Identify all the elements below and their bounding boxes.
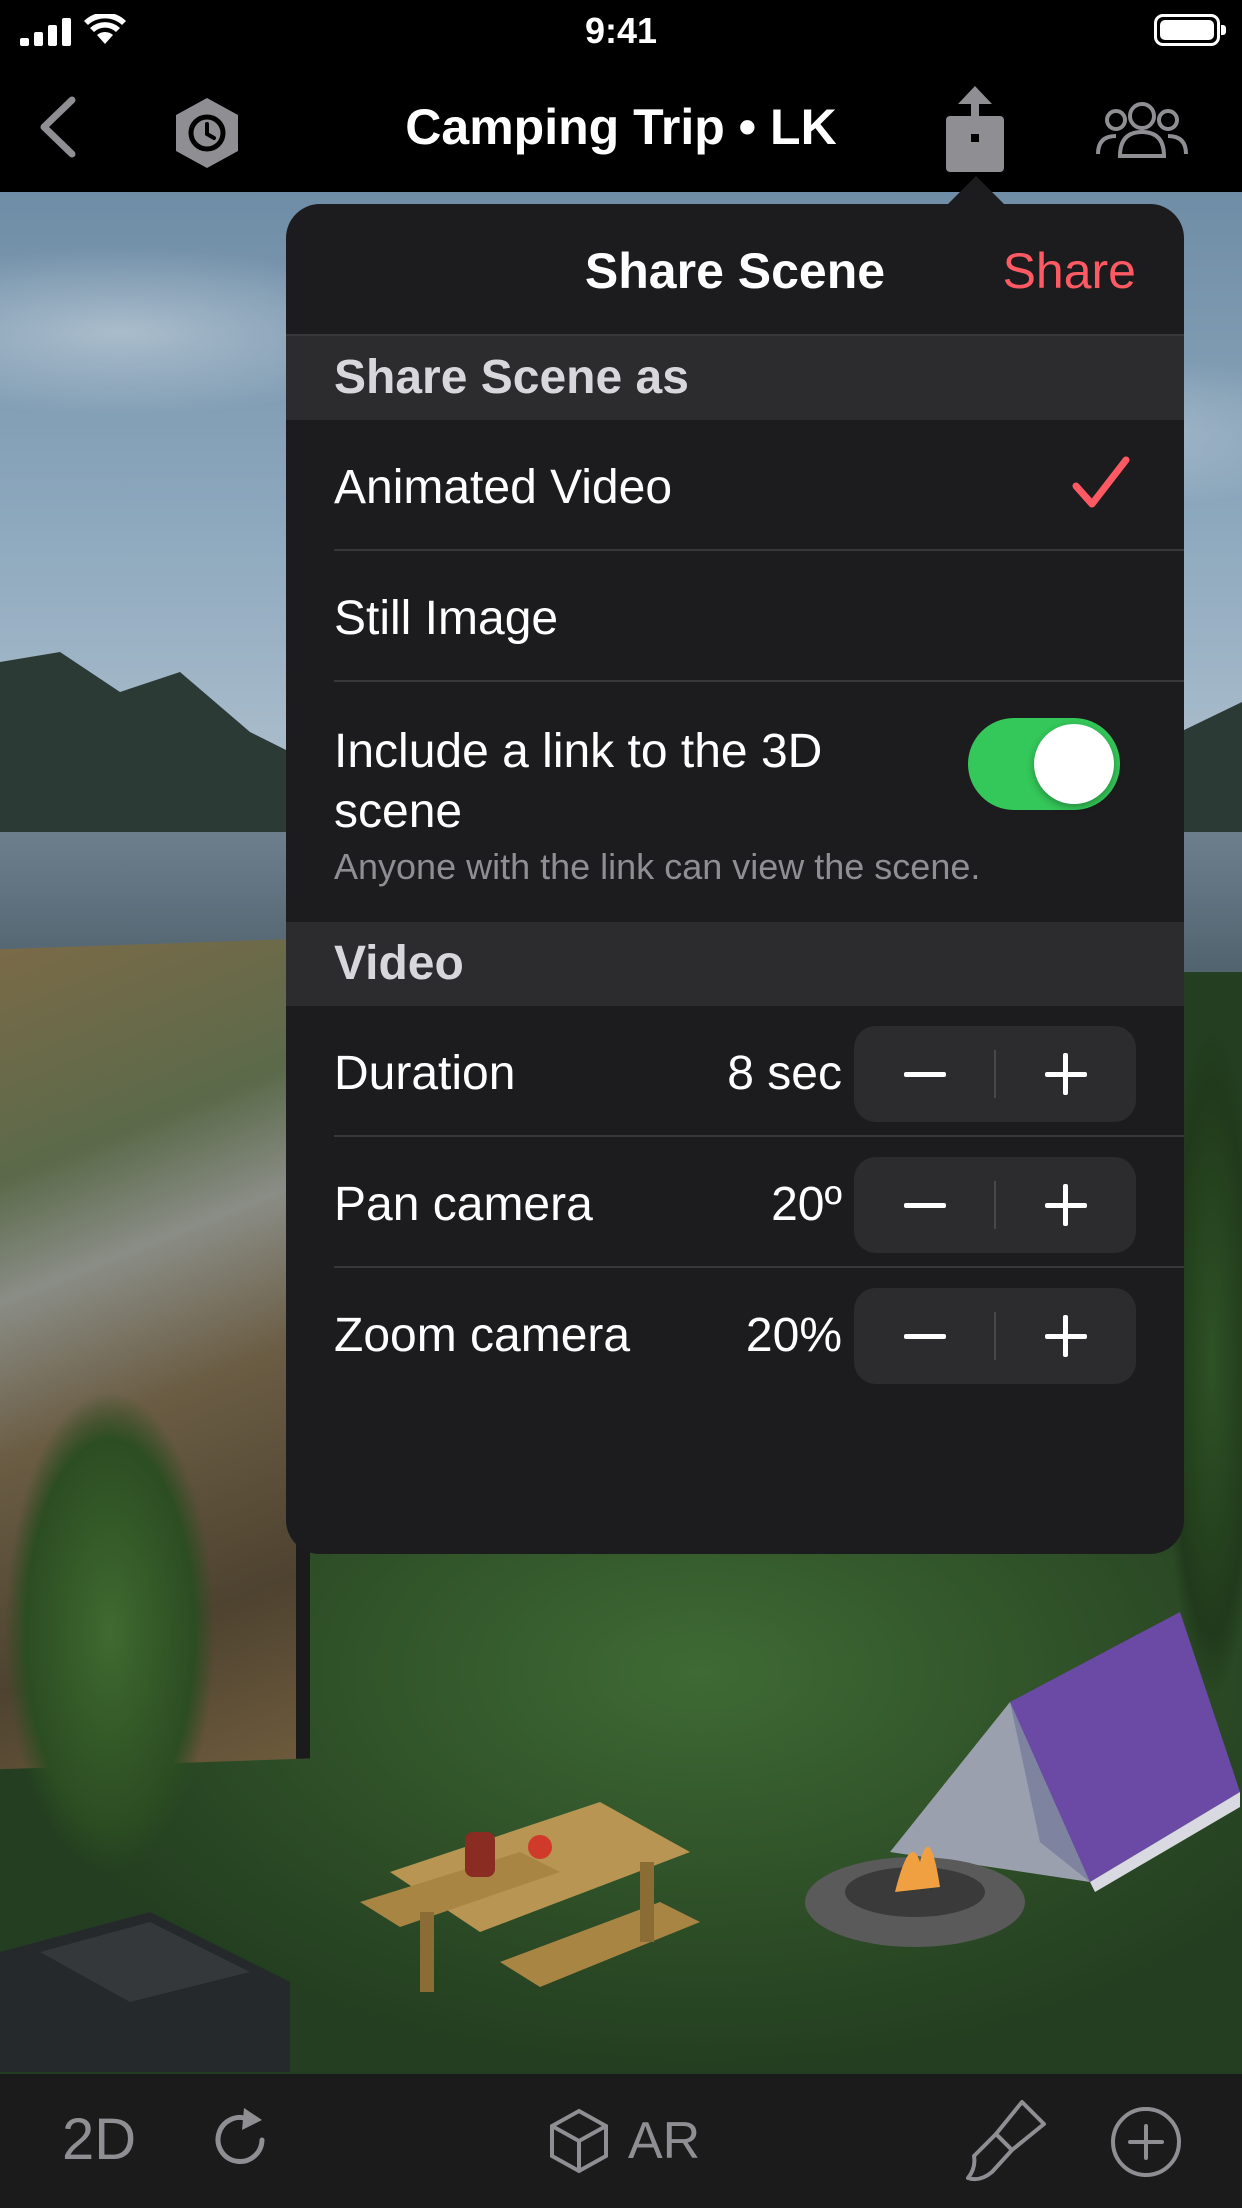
option-still-image[interactable]: Still Image <box>334 551 1184 682</box>
ar-button[interactable]: AR <box>548 2108 700 2174</box>
status-time: 9:41 <box>584 10 658 51</box>
battery-icon <box>1154 14 1226 46</box>
bottom-toolbar: 2D AR <box>0 2074 1242 2208</box>
popover-header: Share Scene Share <box>286 204 1184 336</box>
minus-icon[interactable] <box>854 1288 995 1384</box>
duration-stepper <box>854 1026 1136 1122</box>
zoom-camera-value: 20% <box>745 1309 842 1362</box>
campfire-model[interactable] <box>800 1812 1030 1952</box>
share-icon[interactable] <box>940 86 1010 176</box>
option-label: Still Image <box>334 592 559 645</box>
section-header-share-as: Share Scene as <box>286 336 1184 420</box>
plus-icon[interactable] <box>995 1157 1136 1253</box>
checkmark-icon <box>1072 456 1130 508</box>
plus-circle-icon[interactable] <box>1108 2104 1184 2180</box>
pan-camera-label: Pan camera <box>334 1178 593 1231</box>
people-icon[interactable] <box>1096 98 1188 158</box>
popover-arrow <box>946 176 1006 206</box>
duration-row: Duration 8 sec <box>334 1006 1184 1137</box>
zoom-camera-stepper <box>854 1288 1136 1384</box>
include-link-label: Include a link to the 3D scene <box>334 725 823 838</box>
minus-icon[interactable] <box>854 1026 995 1122</box>
share-scene-popover: Share Scene Share Share Scene as Animate… <box>286 204 1184 1554</box>
section-header-video: Video <box>286 922 1184 1006</box>
ar-label: AR <box>628 2112 701 2170</box>
option-label: Animated Video <box>334 461 673 514</box>
include-link-row: Include a link to the 3D scene Anyone wi… <box>334 682 1184 922</box>
jeep-model[interactable] <box>0 1912 300 2072</box>
duration-label: Duration <box>334 1047 516 1100</box>
nav-title: Camping Trip • LK <box>405 99 837 155</box>
include-link-toggle[interactable] <box>968 718 1120 810</box>
toggle-knob <box>1034 724 1114 804</box>
minus-icon[interactable] <box>854 1157 995 1253</box>
duration-value: 8 sec <box>727 1047 842 1100</box>
pan-camera-value: 20º <box>771 1178 842 1231</box>
mode-2d-button[interactable]: 2D <box>62 2106 136 2173</box>
cube-icon <box>550 2108 608 2174</box>
zoom-camera-label: Zoom camera <box>334 1309 631 1362</box>
rotate-icon[interactable] <box>204 2104 276 2176</box>
option-animated-video[interactable]: Animated Video <box>334 420 1184 551</box>
include-link-footnote: Anyone with the link can view the scene. <box>334 846 981 887</box>
status-bar: 9:41 <box>0 0 1242 62</box>
paintbrush-icon[interactable] <box>962 2094 1052 2184</box>
zoom-camera-row: Zoom camera 20% <box>334 1268 1184 1399</box>
plus-icon[interactable] <box>995 1026 1136 1122</box>
nav-bar: Camping Trip • LK <box>0 62 1242 192</box>
share-button[interactable]: Share <box>1003 242 1136 300</box>
pan-camera-row: Pan camera 20º <box>334 1137 1184 1268</box>
plus-icon[interactable] <box>995 1288 1136 1384</box>
picnic-table-model[interactable] <box>360 1792 720 2012</box>
pan-camera-stepper <box>854 1157 1136 1253</box>
